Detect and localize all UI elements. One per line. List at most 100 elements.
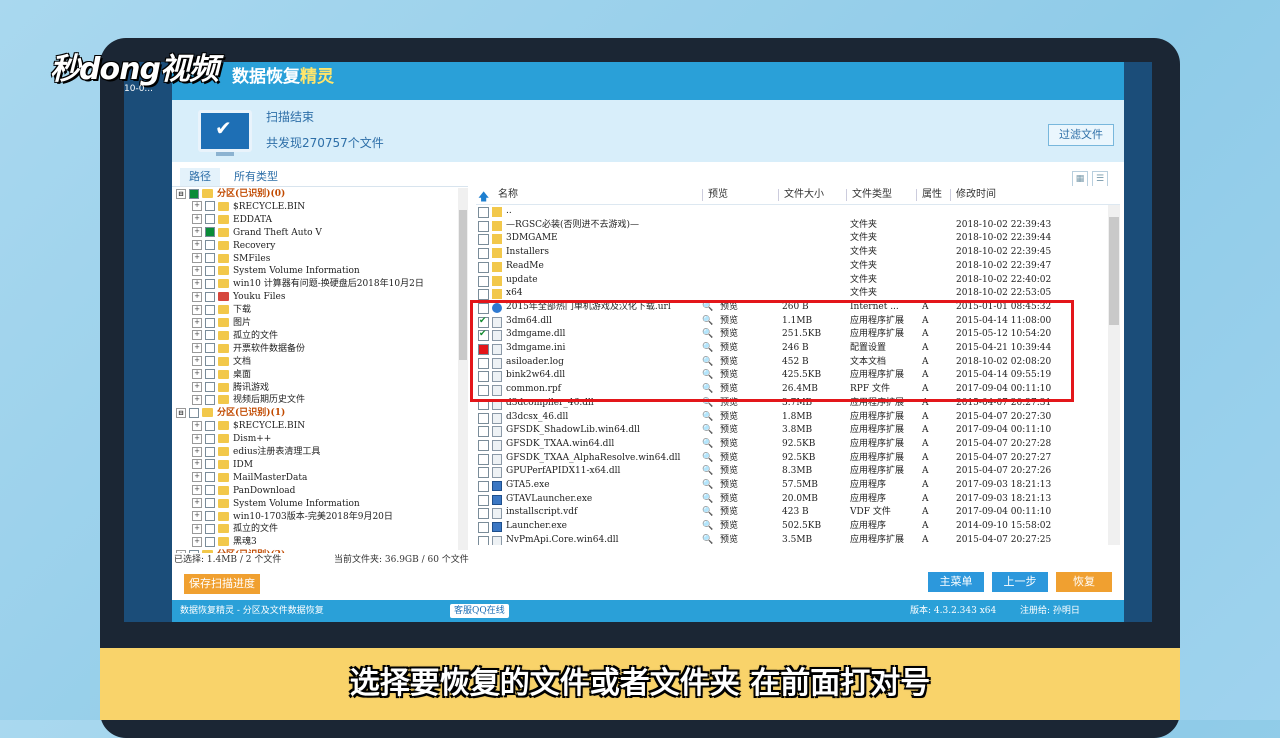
tree-item[interactable]: + $RECYCLE.BIN — [192, 201, 305, 214]
tree-checkbox[interactable] — [205, 523, 215, 534]
expand-toggle-icon[interactable]: + — [192, 420, 202, 431]
expand-toggle-icon[interactable]: + — [192, 201, 202, 212]
file-checkbox[interactable] — [478, 315, 489, 328]
file-row[interactable]: GTA5.exe 预览 57.5MB 应用程序 A 2017-09-03 18:21:13… — [476, 479, 1106, 493]
qq-support-button[interactable]: 客服QQ在线 — [450, 604, 509, 618]
tree-checkbox[interactable] — [205, 214, 215, 225]
tree-item[interactable]: + MailMasterData — [192, 472, 307, 485]
expand-toggle-icon[interactable]: + — [192, 356, 202, 367]
file-checkbox[interactable] — [478, 248, 489, 260]
tree-checkbox[interactable] — [205, 356, 215, 367]
file-checkbox[interactable] — [478, 357, 489, 369]
tree-item[interactable]: + 文档 — [192, 356, 251, 369]
tree-item[interactable]: + Dism++ — [192, 433, 271, 446]
file-checkbox[interactable] — [478, 508, 489, 520]
file-list-scrollbar[interactable] — [1108, 205, 1120, 545]
file-row[interactable]: GFSDK_ShadowLib.win64.dll 预览 3.8MB 应用程序扩展 A 2… — [476, 424, 1106, 438]
tree-item[interactable]: ⊟ 分区(已识别)(1) — [176, 407, 285, 420]
file-checkbox[interactable] — [478, 398, 489, 410]
tree-checkbox[interactable] — [205, 394, 215, 405]
file-prev[interactable]: 预览 — [720, 438, 738, 452]
file-row[interactable]: update 文件夹 2018-10-02 22:40:02 — [476, 274, 1106, 288]
expand-toggle-icon[interactable]: ⊟ — [176, 188, 186, 199]
tree-item[interactable]: + 腾讯游戏 — [192, 382, 269, 395]
file-prev[interactable]: 预览 — [720, 479, 738, 493]
file-row[interactable]: bink2w64.dll 预览 425.5KB 应用程序扩展 A 2015-04-14 0… — [476, 369, 1106, 383]
expand-toggle-icon[interactable]: + — [192, 317, 202, 328]
tree-checkbox[interactable] — [205, 227, 215, 238]
file-row[interactable]: asiloader.log 预览 452 B 文本文档 A 2018-10-02 02:0… — [476, 356, 1106, 370]
tree-checkbox[interactable] — [205, 278, 215, 289]
expand-toggle-icon[interactable]: + — [192, 511, 202, 521]
tree-checkbox[interactable] — [189, 188, 199, 199]
file-prev[interactable]: 预览 — [720, 506, 738, 520]
file-prev[interactable]: 预览 — [720, 383, 738, 397]
file-checkbox[interactable] — [478, 234, 489, 246]
list-view-icon[interactable]: ☰ — [1092, 171, 1108, 187]
tree-item[interactable]: + 开票软件数据备份 — [192, 343, 305, 356]
file-checkbox[interactable] — [478, 426, 489, 438]
file-prev[interactable]: 预览 — [720, 342, 738, 356]
tree-checkbox[interactable] — [205, 420, 215, 431]
expand-toggle-icon[interactable]: + — [192, 330, 202, 341]
file-prev[interactable]: 预览 — [720, 397, 738, 411]
tree-item[interactable]: + SMFiles — [192, 253, 270, 266]
magnifier-icon[interactable]: 🔍 — [702, 520, 713, 534]
file-prev[interactable]: 预览 — [720, 520, 738, 534]
expand-toggle-icon[interactable]: + — [192, 382, 202, 392]
file-row[interactable]: 3dmgame.dll 预览 251.5KB 应用程序扩展 A 2015-05-12 10… — [476, 328, 1106, 342]
expand-toggle-icon[interactable]: + — [192, 536, 202, 547]
tree-item[interactable]: + PanDownload — [192, 485, 295, 498]
file-checkbox[interactable] — [478, 289, 489, 301]
file-prev[interactable]: 预览 — [720, 315, 738, 329]
expand-toggle-icon[interactable]: + — [192, 459, 202, 470]
magnifier-icon[interactable]: 🔍 — [702, 342, 713, 356]
tree-item[interactable]: ⊟ 分区(已识别)(0) — [176, 188, 285, 201]
tree-checkbox[interactable] — [205, 433, 215, 444]
expand-toggle-icon[interactable]: + — [192, 446, 202, 457]
expand-toggle-icon[interactable]: + — [192, 394, 202, 405]
expand-toggle-icon[interactable]: ⊟ — [176, 407, 186, 418]
magnifier-icon[interactable]: 🔍 — [702, 506, 713, 520]
tree-checkbox[interactable] — [205, 446, 215, 457]
expand-toggle-icon[interactable]: + — [192, 227, 202, 238]
magnifier-icon[interactable]: 🔍 — [702, 452, 713, 466]
tree-item[interactable]: + Recovery — [192, 240, 275, 253]
magnifier-icon[interactable]: 🔍 — [702, 438, 713, 452]
save-scan-button[interactable]: 保存扫描进度 — [184, 574, 260, 594]
magnifier-icon[interactable]: 🔍 — [702, 315, 713, 329]
file-row[interactable]: ReadMe 文件夹 2018-10-02 22:39:47 — [476, 260, 1106, 274]
file-checkbox[interactable] — [478, 522, 489, 534]
file-checkbox[interactable] — [478, 385, 489, 397]
file-checkbox[interactable] — [478, 328, 489, 342]
col-attr[interactable]: 属性 — [922, 186, 942, 204]
magnifier-icon[interactable]: 🔍 — [702, 356, 713, 370]
file-prev[interactable]: 预览 — [720, 452, 738, 466]
tree-item[interactable]: + 孤立的文件 — [192, 523, 278, 536]
tree-checkbox[interactable] — [205, 343, 215, 354]
file-checkbox[interactable] — [478, 481, 489, 492]
tree-item[interactable]: + EDDATA — [192, 214, 272, 227]
tree-checkbox[interactable] — [205, 240, 215, 251]
file-row[interactable]: common.rpf 预览 26.4MB RPF 文件 A 2017-09-04 00:1… — [476, 383, 1106, 397]
file-checkbox[interactable] — [478, 412, 489, 424]
file-row[interactable]: 3dmgame.ini 预览 246 B 配置设置 A 2015-04-21 10:39:… — [476, 342, 1106, 356]
tree-item[interactable]: + Youku Files — [192, 291, 285, 304]
tree-checkbox[interactable] — [205, 291, 215, 302]
file-row[interactable]: x64 文件夹 2018-10-02 22:53:05 — [476, 287, 1106, 301]
file-row[interactable]: installscript.vdf 预览 423 B VDF 文件 A 2017-09-0… — [476, 506, 1106, 520]
file-prev[interactable]: 预览 — [720, 411, 738, 425]
file-checkbox[interactable] — [478, 261, 489, 273]
tab-path[interactable]: 路径 — [180, 168, 220, 186]
magnifier-icon[interactable]: 🔍 — [702, 397, 713, 411]
file-row[interactable]: GFSDK_TXAA_AlphaResolve.win64.dll 预览 92.5K… — [476, 452, 1106, 466]
tree-item[interactable]: + $RECYCLE.BIN — [192, 420, 305, 433]
file-checkbox[interactable] — [478, 302, 489, 314]
tree-checkbox[interactable] — [205, 304, 215, 315]
recover-button[interactable]: 恢复 — [1056, 572, 1112, 592]
file-row[interactable]: GTAVLauncher.exe 预览 20.0MB 应用程序 A 2017-09-03 … — [476, 493, 1106, 507]
col-preview[interactable]: 预览 — [708, 186, 728, 204]
filter-files-button[interactable]: 过滤文件 — [1048, 124, 1114, 146]
main-menu-button[interactable]: 主菜单 — [928, 572, 984, 592]
tree-checkbox[interactable] — [205, 498, 215, 509]
